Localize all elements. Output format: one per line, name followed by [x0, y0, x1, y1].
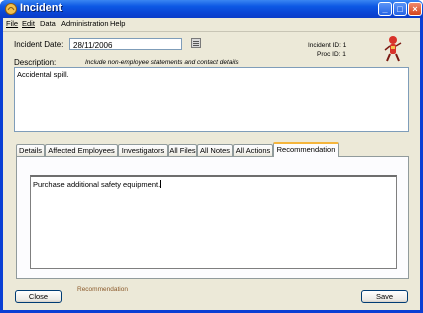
- proc-id-label: Proc ID: 1: [317, 51, 346, 58]
- menu-help[interactable]: Help: [110, 19, 125, 28]
- menu-file[interactable]: File: [6, 19, 18, 28]
- calendar-icon[interactable]: [191, 38, 201, 48]
- window-title: Incident: [20, 2, 63, 14]
- window-client-area: File Edit Data Administration Help Incid…: [3, 18, 420, 310]
- incident-app-icon: [5, 3, 17, 15]
- proc-id-value: 1: [342, 51, 346, 58]
- menu-edit[interactable]: Edit: [22, 19, 35, 28]
- tab-affected-employees[interactable]: Affected Employees: [45, 144, 118, 156]
- recommendation-text: Purchase additional safety equipment.: [33, 180, 161, 189]
- incident-date-label: Incident Date:: [14, 40, 64, 49]
- incident-id-value: 1: [342, 42, 347, 49]
- tab-investigators[interactable]: Investigators: [118, 144, 168, 156]
- tab-details[interactable]: Details: [16, 144, 45, 156]
- text-caret: [160, 180, 162, 188]
- menu-separator: [3, 31, 420, 32]
- recommendation-field[interactable]: Purchase additional safety equipment.: [30, 175, 397, 269]
- menu-bar: File Edit Data Administration Help: [3, 18, 420, 31]
- description-label: Description:: [14, 58, 57, 67]
- tab-all-files[interactable]: All Files: [168, 144, 197, 156]
- incident-id-label: Incident ID: 1: [308, 42, 347, 49]
- menu-administration[interactable]: Administration: [61, 19, 109, 28]
- tab-all-notes[interactable]: All Notes: [197, 144, 233, 156]
- close-button[interactable]: Close: [15, 290, 62, 303]
- status-text: Recommendation: [77, 286, 128, 293]
- incident-window: Incident _ □ × File Edit Data Administra…: [0, 0, 423, 313]
- description-hint: Include non-employee statements and cont…: [85, 59, 239, 66]
- close-icon[interactable]: ×: [408, 2, 422, 16]
- save-button[interactable]: Save: [361, 290, 408, 303]
- incident-date-field[interactable]: 28/11/2006: [69, 38, 182, 50]
- maximize-icon[interactable]: □: [393, 2, 407, 16]
- title-bar[interactable]: Incident _ □ ×: [0, 0, 423, 18]
- minimize-icon[interactable]: _: [378, 2, 392, 16]
- tab-recommendation[interactable]: Recommendation: [273, 142, 339, 157]
- menu-data[interactable]: Data: [40, 19, 56, 28]
- description-field[interactable]: Accidental spill.: [14, 67, 409, 132]
- mascot-logo-icon: [384, 36, 402, 62]
- tab-all-actions[interactable]: All Actions: [233, 144, 273, 156]
- recommendation-panel: Purchase additional safety equipment.: [16, 156, 409, 279]
